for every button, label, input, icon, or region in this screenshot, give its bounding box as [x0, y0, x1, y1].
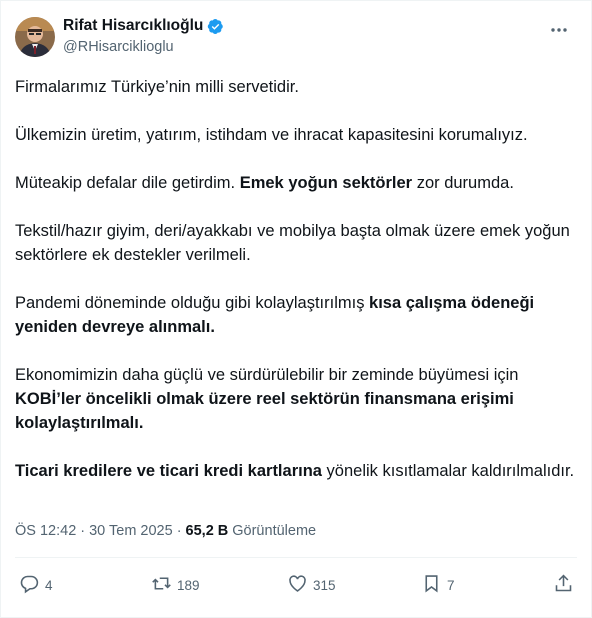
- divider: [15, 557, 577, 558]
- reply-count: 4: [45, 577, 53, 593]
- tweet-bold-span: Emek yoğun sektörler: [239, 174, 413, 192]
- views-count: 65,2 B: [185, 523, 229, 539]
- tweet-text-span: Müteakip defalar dile getirdim.: [15, 174, 240, 192]
- tweet-time[interactable]: ÖS 12:42: [15, 523, 76, 539]
- meta-separator: ·: [80, 523, 86, 539]
- tweet-card: Rifat Hisarcıklıoğlu @RHisarciklioglu Fi…: [0, 0, 592, 618]
- like-button[interactable]: 315: [287, 571, 336, 599]
- more-icon[interactable]: [547, 21, 571, 39]
- tweet-text-span: Ülkemizin üretim, yatırım, istihdam ve i…: [15, 126, 528, 144]
- tweet-text: Firmalarımız Türkiye’nin milli servetidi…: [15, 75, 581, 507]
- tweet-paragraph-1: Firmalarımız Türkiye’nin milli servetidi…: [15, 75, 581, 99]
- tweet-paragraph-6: Ekonomimizin daha güçlü ve sürdürülebili…: [15, 363, 581, 435]
- tweet-text-span: zor durumda.: [412, 174, 514, 192]
- tweet-meta: ÖS 12:42 · 30 Tem 2025 · 65,2 B Görüntül…: [15, 523, 316, 539]
- tweet-paragraph-5: Pandemi döneminde olduğu gibi kolaylaştı…: [15, 291, 581, 339]
- views-label: Görüntüleme: [232, 523, 317, 539]
- tweet-header: Rifat Hisarcıklıoğlu @RHisarciklioglu: [15, 15, 577, 63]
- bookmark-button[interactable]: 7: [421, 571, 455, 599]
- tweet-paragraph-7: Ticari kredilere ve ticari kredi kartlar…: [15, 459, 581, 483]
- avatar[interactable]: [15, 17, 55, 57]
- bookmark-icon: [421, 573, 442, 597]
- reply-icon: [19, 573, 40, 597]
- tweet-text-span: Ekonomimizin daha güçlü ve sürdürülebili…: [15, 366, 519, 384]
- bookmark-count: 7: [447, 577, 455, 593]
- repost-button[interactable]: 189: [151, 571, 200, 599]
- tweet-date[interactable]: 30 Tem 2025: [89, 523, 173, 539]
- reply-button[interactable]: 4: [19, 571, 53, 599]
- tweet-bold-span: KOBİ’ler öncelikli olmak üzere reel sekt…: [15, 390, 514, 432]
- action-bar: 4 189 315 7: [15, 571, 577, 601]
- tweet-text-span: Tekstil/hazır giyim, deri/ayakkabı ve mo…: [15, 222, 570, 264]
- author-handle[interactable]: @RHisarciklioglu: [63, 39, 224, 55]
- author-display-name[interactable]: Rifat Hisarcıklıoğlu: [63, 17, 203, 35]
- tweet-text-span: Firmalarımız Türkiye’nin milli servetidi…: [15, 78, 299, 96]
- repost-count: 189: [177, 577, 200, 593]
- tweet-paragraph-2: Ülkemizin üretim, yatırım, istihdam ve i…: [15, 123, 581, 147]
- tweet-bold-span: Ticari kredilere ve ticari kredi kartlar…: [15, 462, 322, 480]
- tweet-paragraph-4: Tekstil/hazır giyim, deri/ayakkabı ve mo…: [15, 219, 581, 267]
- repost-icon: [151, 573, 172, 597]
- name-row: Rifat Hisarcıklıoğlu: [63, 17, 224, 35]
- tweet-text-span: yönelik kısıtlamalar kaldırılmalıdır.: [321, 462, 575, 480]
- share-button[interactable]: [553, 571, 574, 599]
- author-names: Rifat Hisarcıklıoğlu @RHisarciklioglu: [63, 17, 224, 55]
- like-count: 315: [313, 577, 336, 593]
- meta-separator: ·: [176, 523, 182, 539]
- tweet-text-span: Pandemi döneminde olduğu gibi kolaylaştı…: [15, 294, 370, 312]
- share-icon: [553, 573, 574, 597]
- heart-icon: [287, 573, 308, 597]
- tweet-paragraph-3: Müteakip defalar dile getirdim. Emek yoğ…: [15, 171, 581, 195]
- verified-badge-icon[interactable]: [207, 18, 224, 35]
